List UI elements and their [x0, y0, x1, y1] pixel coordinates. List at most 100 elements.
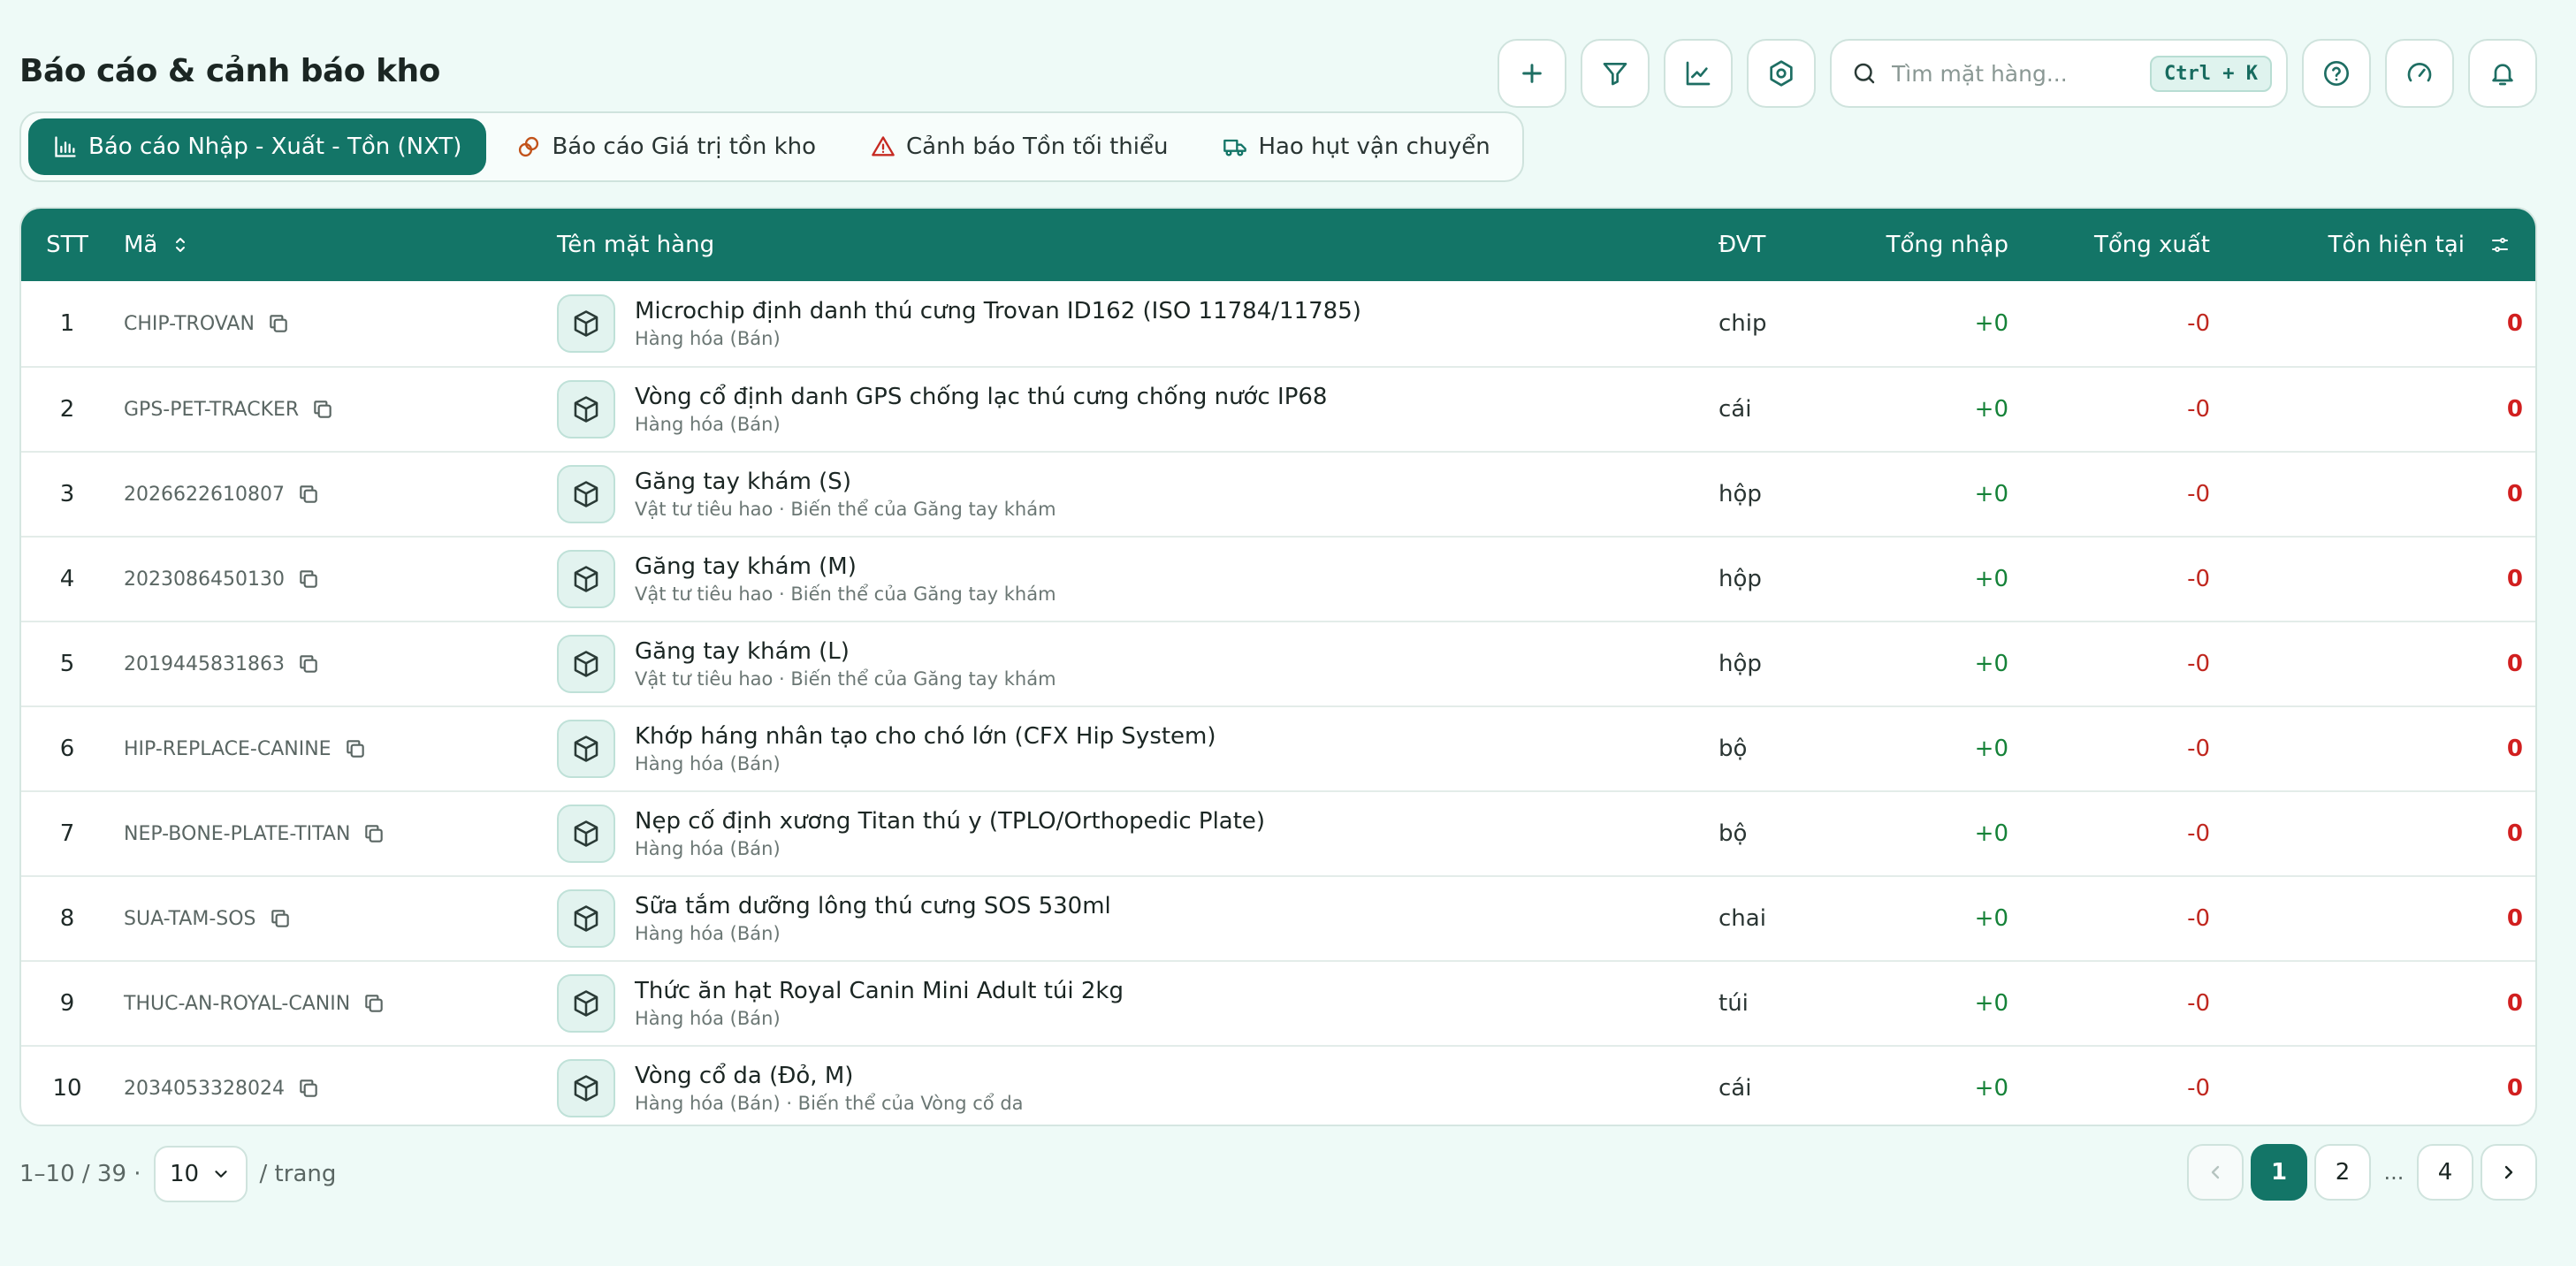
row-name-cell: Găng tay khám (L) Vật tư tiêu hao · Biến … — [557, 635, 1056, 693]
row-stt: 4 — [59, 566, 75, 592]
item-total-out: -0 — [2187, 396, 2210, 423]
copy-icon[interactable] — [344, 737, 367, 760]
tab-label: Báo cáo Giá trị tồn kho — [552, 133, 817, 160]
item-category: Vật tư tiêu hao · Biến thể của Găng tay … — [635, 668, 1056, 690]
item-total-in: +0 — [1974, 990, 2008, 1017]
row-stt: 2 — [59, 396, 75, 423]
row-name-cell: Thức ăn hạt Royal Canin Mini Adult túi 2… — [557, 974, 1124, 1033]
item-thumbnail — [557, 1059, 615, 1117]
copy-icon[interactable] — [362, 992, 385, 1015]
item-name[interactable]: Vòng cổ định danh GPS chống lạc thú cưng… — [635, 384, 1327, 410]
item-code: SUA-TAM-SOS — [124, 907, 256, 930]
help-button[interactable] — [2302, 39, 2371, 108]
item-name[interactable]: Găng tay khám (M) — [635, 553, 1056, 580]
row-name-cell: Khớp háng nhân tạo cho chó lớn (CFX Hip … — [557, 720, 1216, 778]
page-button-4[interactable]: 4 — [2417, 1144, 2473, 1201]
bell-icon — [2492, 64, 2513, 86]
table-row[interactable]: 6 HIP-REPLACE-CANINE Khớp háng nhân tạo ch… — [21, 705, 2535, 790]
item-unit: cái — [1719, 396, 1752, 423]
item-total-in: +0 — [1974, 905, 2008, 932]
copy-icon[interactable] — [267, 312, 290, 335]
header-stock: Tồn hiện tại — [2328, 232, 2511, 258]
filter-button[interactable] — [1581, 39, 1650, 108]
column-settings-icon[interactable] — [2489, 234, 2511, 255]
row-stt: 7 — [59, 820, 75, 847]
row-name-cell: Vòng cổ da (Đỏ, M) Hàng hóa (Bán) · Biến … — [557, 1059, 1024, 1117]
shortcut-badge: Ctrl + K — [2150, 55, 2272, 92]
item-name[interactable]: Microchip định danh thú cưng Trovan ID16… — [635, 298, 1361, 324]
table-row[interactable]: 2 GPS-PET-TRACKER Vòng cổ định danh GPS ch… — [21, 366, 2535, 451]
package-icon — [574, 990, 598, 1017]
search-input[interactable] — [1892, 60, 2137, 87]
item-total-in: +0 — [1974, 651, 2008, 677]
add-button[interactable] — [1498, 39, 1566, 108]
copy-icon[interactable] — [362, 822, 385, 845]
package-icon — [574, 566, 598, 592]
item-thumbnail — [557, 294, 615, 353]
item-category: Hàng hóa (Bán) — [635, 753, 781, 774]
item-code: 2026622610807 — [124, 483, 285, 506]
item-thumbnail — [557, 889, 615, 948]
table-row[interactable]: 9 THUC-AN-ROYAL-CANIN Thức ăn hạt Royal Ca… — [21, 960, 2535, 1045]
item-name[interactable]: Thức ăn hạt Royal Canin Mini Adult túi 2… — [635, 978, 1124, 1004]
package-icon — [574, 736, 598, 762]
warning-icon — [872, 136, 895, 156]
sort-icon[interactable] — [170, 234, 191, 255]
tab-nxt-report[interactable]: Báo cáo Nhập - Xuất - Tồn (NXT) — [28, 118, 487, 175]
tab-transport-loss[interactable]: Hao hụt vận chuyển — [1198, 118, 1514, 175]
copy-icon[interactable] — [297, 652, 320, 675]
settings-button[interactable] — [1747, 39, 1816, 108]
tab-inventory-value[interactable]: Báo cáo Giá trị tồn kho — [492, 118, 841, 175]
performance-button[interactable] — [2385, 39, 2454, 108]
copy-icon[interactable] — [269, 907, 292, 930]
table-row[interactable]: 10 2034053328024 Vòng cổ da (Đỏ, M) Hàng hó… — [21, 1045, 2535, 1125]
prev-page-button[interactable] — [2187, 1144, 2244, 1201]
item-name[interactable]: Sữa tắm dưỡng lông thú cưng SOS 530ml — [635, 893, 1111, 919]
item-name[interactable]: Khớp háng nhân tạo cho chó lớn (CFX Hip … — [635, 723, 1216, 750]
table-row[interactable]: 3 2026622610807 Găng tay khám (S) Vật tư ti… — [21, 451, 2535, 536]
table-row[interactable]: 7 NEP-BONE-PLATE-TITAN Nẹp cố định xương T… — [21, 790, 2535, 875]
table-row[interactable]: 4 2023086450130 Găng tay khám (M) Vật tư ti… — [21, 536, 2535, 621]
item-unit: bộ — [1719, 820, 1748, 847]
copy-icon[interactable] — [297, 483, 320, 506]
item-unit: chai — [1719, 905, 1766, 932]
tab-label: Báo cáo Nhập - Xuất - Tồn (NXT) — [88, 133, 462, 160]
item-name[interactable]: Vòng cổ da (Đỏ, M) — [635, 1063, 1024, 1089]
page-ellipsis: ... — [2383, 1160, 2405, 1185]
item-name[interactable]: Găng tay khám (L) — [635, 638, 1056, 665]
row-name-cell: Găng tay khám (S) Vật tư tiêu hao · Biến … — [557, 465, 1056, 523]
item-name[interactable]: Nẹp cố định xương Titan thú y (TPLO/Orth… — [635, 808, 1265, 835]
notifications-button[interactable] — [2468, 39, 2537, 108]
copy-icon[interactable] — [311, 398, 334, 421]
item-code: HIP-REPLACE-CANINE — [124, 737, 332, 760]
item-total-in: +0 — [1974, 566, 2008, 592]
item-stock: 0 — [2506, 820, 2523, 847]
plus-icon — [1522, 64, 1542, 83]
page-button-1[interactable]: 1 — [2251, 1144, 2307, 1201]
item-stock: 0 — [2506, 481, 2523, 507]
row-code-cell: GPS-PET-TRACKER — [124, 398, 334, 421]
item-name[interactable]: Găng tay khám (S) — [635, 469, 1056, 495]
item-unit: hộp — [1719, 651, 1762, 677]
search-box: Ctrl + K — [1830, 39, 2288, 108]
copy-icon[interactable] — [297, 568, 320, 591]
tab-min-stock-alert[interactable]: Cảnh báo Tồn tối thiểu — [846, 118, 1193, 175]
chevron-left-icon — [2211, 1165, 2220, 1179]
next-page-button[interactable] — [2481, 1144, 2537, 1201]
page-button-2[interactable]: 2 — [2314, 1144, 2371, 1201]
table-row[interactable]: 5 2019445831863 Găng tay khám (L) Vật tư ti… — [21, 621, 2535, 705]
line-chart-icon — [1686, 61, 1711, 86]
item-code: 2034053328024 — [124, 1077, 285, 1100]
table-row[interactable]: 8 SUA-TAM-SOS Sữa tắm dưỡng lông thú cưng … — [21, 875, 2535, 960]
copy-icon[interactable] — [297, 1077, 320, 1100]
item-thumbnail — [557, 635, 615, 693]
row-code-cell: 2019445831863 — [124, 652, 320, 675]
chart-button[interactable] — [1664, 39, 1733, 108]
header-code[interactable]: Mã — [124, 232, 191, 258]
table-row[interactable]: 1 CHIP-TROVAN Microchip định danh thú cưng… — [21, 281, 2535, 366]
item-code: CHIP-TROVAN — [124, 312, 255, 335]
item-stock: 0 — [2506, 566, 2523, 592]
item-category: Hàng hóa (Bán) — [635, 1008, 781, 1029]
page-size-select[interactable]: 10 — [153, 1146, 248, 1202]
item-unit: túi — [1719, 990, 1749, 1017]
